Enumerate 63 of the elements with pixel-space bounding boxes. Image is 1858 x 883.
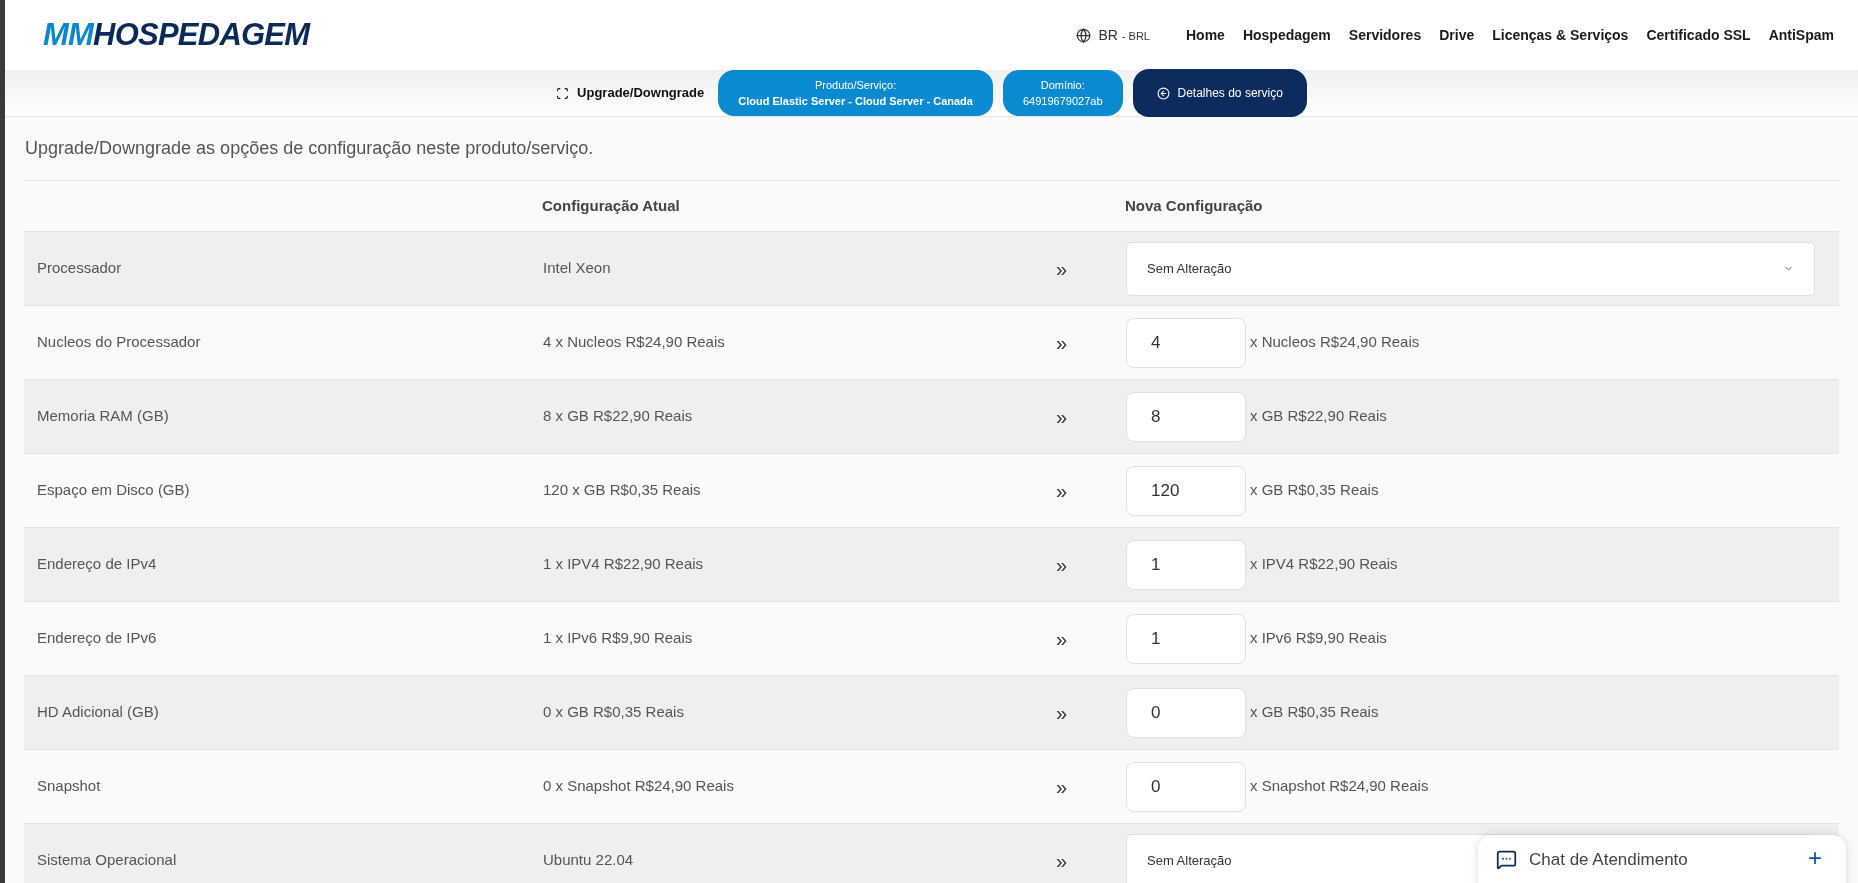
current-value: 0 x GB R$0,35 Reais: [543, 702, 685, 723]
chat-dialog[interactable]: Chat de Atendimento +: [1478, 835, 1846, 883]
arrow-mark: »: [1056, 848, 1069, 874]
product-badge: Produto/Serviço: Cloud Elastic Server - Cloud Server - Canada: [718, 70, 993, 116]
row-label: Nucleos do Processador: [36, 332, 202, 353]
domain-badge: Domínio: 64919679027ab: [1002, 70, 1123, 116]
current-value: Ubuntu 22.04: [543, 850, 635, 871]
globe-icon: [1075, 27, 1091, 43]
arrow-mark: »: [1056, 256, 1069, 282]
unit-text: x GB R$22,90 Reais: [1250, 406, 1387, 427]
page-title: Upgrade/Downgrade: [577, 84, 705, 103]
row-label: Espaço em Disco (GB): [36, 480, 191, 501]
number-input[interactable]: 4: [1126, 317, 1246, 368]
locale-selector[interactable]: BR - BRL: [1075, 24, 1150, 46]
unit-text: x GB R$0,35 Reais: [1250, 480, 1379, 501]
arrow-mark: »: [1056, 478, 1069, 504]
arrow-mark: »: [1056, 330, 1069, 356]
row-label: Endereço de IPv6: [36, 628, 158, 649]
unit-text: x IPv6 R$9,90 Reais: [1250, 628, 1387, 649]
nav-link[interactable]: Servidores: [1348, 24, 1422, 46]
arrow-mark: »: [1056, 552, 1069, 578]
arrow-mark: »: [1056, 774, 1069, 800]
unit-text: x GB R$0,35 Reais: [1250, 702, 1379, 723]
row-label: Sistema Operacional: [36, 850, 178, 871]
nav-link[interactable]: Certificado SSL: [1646, 24, 1751, 46]
number-input[interactable]: 8: [1126, 391, 1246, 442]
number-input[interactable]: 120: [1126, 465, 1246, 516]
nav-link[interactable]: Licenças & Serviços: [1492, 24, 1629, 46]
unit-text: x Nucleos R$24,90 Reais: [1250, 332, 1420, 353]
number-input[interactable]: 0: [1126, 761, 1246, 812]
nav-link[interactable]: Hospedagem: [1242, 24, 1331, 46]
column-header: Nova Configuração: [1125, 195, 1263, 216]
number-input[interactable]: 1: [1126, 539, 1246, 590]
unit-text: x IPV4 R$22,90 Reais: [1250, 554, 1398, 575]
logo[interactable]: MMHOSPEDAGEM: [43, 11, 310, 59]
nav-link[interactable]: Drive: [1439, 24, 1475, 46]
row-label: Processador: [36, 258, 123, 279]
current-value: 0 x Snapshot R$24,90 Reais: [543, 776, 735, 797]
row-label: Snapshot: [36, 776, 102, 797]
current-value: 8 x GB R$22,90 Reais: [543, 406, 694, 427]
row-label: Memoria RAM (GB): [36, 406, 170, 427]
arrow-mark: »: [1056, 626, 1069, 652]
column-header: Configuração Atual: [542, 195, 681, 216]
row-label: HD Adicional (GB): [36, 702, 160, 723]
row-label: Endereço de IPv4: [36, 554, 158, 575]
nav-link[interactable]: AntiSpam: [1768, 24, 1834, 46]
unit-text: x Snapshot R$24,90 Reais: [1250, 776, 1429, 797]
number-input[interactable]: 0: [1126, 687, 1246, 738]
current-value: 120 x GB R$0,35 Reais: [543, 480, 702, 501]
chat-title: Chat de Atendimento: [1529, 849, 1688, 871]
current-value: 1 x IPv6 R$9,90 Reais: [543, 628, 694, 649]
number-input[interactable]: 1: [1126, 613, 1246, 664]
arrow-mark: »: [1056, 700, 1069, 726]
nav-link[interactable]: Home: [1186, 24, 1225, 46]
expand-icon: [556, 86, 570, 100]
chat-icon: [1496, 849, 1517, 871]
current-value: 4 x Nucleos R$24,90 Reais: [543, 332, 726, 353]
select-field[interactable]: Sem Alteração: [1126, 241, 1815, 296]
arrow-mark: »: [1056, 404, 1069, 430]
details-button[interactable]: Detalhes do serviço: [1132, 69, 1307, 117]
intro-text: Upgrade/Downgrade as opções de configuração neste produto/serviço.: [24, 117, 1839, 181]
current-value: 1 x IPV4 R$22,90 Reais: [543, 554, 705, 575]
current-value: Intel Xeon: [543, 258, 612, 279]
